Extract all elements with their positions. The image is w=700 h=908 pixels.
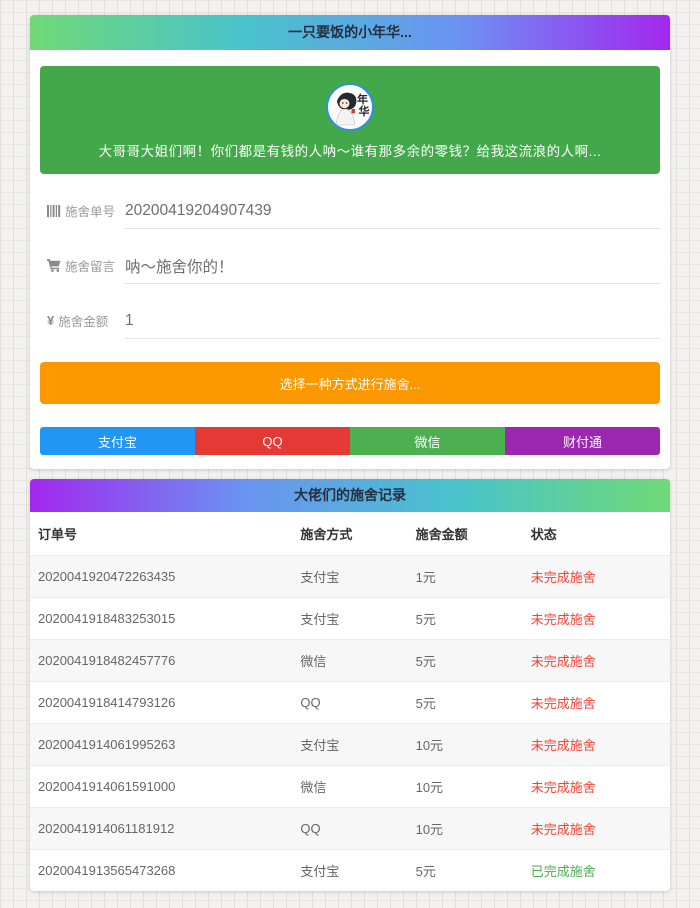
pay-button-alipay[interactable]: 支付宝 (40, 427, 195, 455)
amount-cell: 5元 (408, 598, 523, 640)
records-table-header-row: 订单号 施舍方式 施舍金额 状态 (30, 512, 670, 556)
order-cell: 2020041914061995263 (30, 724, 292, 766)
status-cell: 未完成施舍 (523, 682, 670, 724)
table-row: 2020041920472263435 支付宝 1元 未完成施舍 (30, 556, 670, 598)
amount-input[interactable] (125, 312, 660, 339)
main-header: 一只要饭的小年华... (30, 15, 670, 50)
method-cell: 支付宝 (292, 724, 407, 766)
records-table: 订单号 施舍方式 施舍金额 状态 2020041920472263435 支付宝… (30, 512, 670, 891)
order-cell: 2020041918482457776 (30, 640, 292, 682)
col-header-amount: 施舍金额 (408, 512, 523, 556)
message-label-group: 施舍留言 (47, 256, 125, 284)
status-cell: 已完成施舍 (523, 850, 670, 892)
choose-method-button[interactable]: 选择一种方式进行施舍... (40, 362, 660, 404)
amount-label-group: ¥ 施舍金额 (47, 311, 125, 339)
records-title: 大佬们的施舍记录 (294, 487, 406, 503)
beg-message: 大哥哥大姐们啊！你们都是有钱的人呐～谁有那多余的零钱？给我这流浪的人啊... (64, 140, 636, 160)
method-cell: 微信 (292, 640, 407, 682)
status-cell: 未完成施舍 (523, 640, 670, 682)
status-cell: 未完成施舍 (523, 556, 670, 598)
amount-cell: 5元 (408, 682, 523, 724)
status-cell: 未完成施舍 (523, 598, 670, 640)
col-header-order: 订单号 (30, 512, 292, 556)
method-cell: 微信 (292, 766, 407, 808)
page-title: 一只要饭的小年华... (288, 24, 412, 40)
order-cell: 2020041918414793126 (30, 682, 292, 724)
amount-cell: 10元 (408, 724, 523, 766)
message-label: 施舍留言 (65, 256, 115, 275)
col-header-method: 施舍方式 (292, 512, 407, 556)
order-cell: 2020041914061591000 (30, 766, 292, 808)
method-cell: 支付宝 (292, 598, 407, 640)
status-cell: 未完成施舍 (523, 808, 670, 850)
amount-label: 施舍金额 (58, 311, 108, 330)
pay-button-tenpay[interactable]: 财付通 (505, 427, 660, 455)
table-row: 2020041918483253015 支付宝 5元 未完成施舍 (30, 598, 670, 640)
field-amount: ¥ 施舍金额 (47, 311, 660, 339)
records-table-body: 2020041920472263435 支付宝 1元 未完成施舍 2020041… (30, 556, 670, 892)
amount-cell: 5元 (408, 640, 523, 682)
avatar: 年 华 (326, 83, 374, 131)
amount-cell: 1元 (408, 556, 523, 598)
status-cell: 未完成施舍 (523, 766, 670, 808)
amount-cell: 5元 (408, 850, 523, 892)
records-card: 大佬们的施舍记录 订单号 施舍方式 施舍金额 状态 20200419204722… (30, 479, 670, 891)
barcode-icon (47, 205, 61, 217)
payment-methods-row: 支付宝 QQ 微信 财付通 (40, 427, 660, 455)
order-number-label-group: 施舍单号 (47, 201, 125, 229)
method-cell: QQ (292, 808, 407, 850)
table-row: 2020041918482457776 微信 5元 未完成施舍 (30, 640, 670, 682)
amount-cell: 10元 (408, 766, 523, 808)
order-cell: 2020041914061181912 (30, 808, 292, 850)
message-input[interactable] (125, 257, 660, 284)
field-message: 施舍留言 (47, 256, 660, 284)
donation-card: 一只要饭的小年华... 年 华 大哥哥大姐们啊！你们都是有钱的人呐～谁有那多余的… (30, 15, 670, 469)
method-cell: 支付宝 (292, 556, 407, 598)
avatar-text-bottom: 华 (359, 104, 370, 118)
pay-button-wechat[interactable]: 微信 (350, 427, 505, 455)
method-cell: 支付宝 (292, 850, 407, 892)
table-row: 2020041914061591000 微信 10元 未完成施舍 (30, 766, 670, 808)
table-row: 2020041914061995263 支付宝 10元 未完成施舍 (30, 724, 670, 766)
col-header-status: 状态 (523, 512, 670, 556)
field-order-number: 施舍单号 (47, 201, 660, 229)
order-cell: 2020041913565473268 (30, 850, 292, 892)
table-row: 2020041914061181912 QQ 10元 未完成施舍 (30, 808, 670, 850)
cart-icon (47, 259, 61, 272)
amount-cell: 10元 (408, 808, 523, 850)
order-number-label: 施舍单号 (65, 201, 115, 220)
notice-card: 年 华 大哥哥大姐们啊！你们都是有钱的人呐～谁有那多余的零钱？给我这流浪的人啊.… (40, 66, 660, 174)
order-cell: 2020041918483253015 (30, 598, 292, 640)
method-cell: QQ (292, 682, 407, 724)
order-number-input[interactable] (125, 202, 660, 229)
table-row: 2020041913565473268 支付宝 5元 已完成施舍 (30, 850, 670, 892)
order-cell: 2020041920472263435 (30, 556, 292, 598)
status-cell: 未完成施舍 (523, 724, 670, 766)
pay-button-qq[interactable]: QQ (195, 427, 350, 455)
avatar-text-top: 年 (357, 92, 368, 106)
avatar-illustration: 年 华 (328, 85, 372, 129)
table-row: 2020041918414793126 QQ 5元 未完成施舍 (30, 682, 670, 724)
records-header: 大佬们的施舍记录 (30, 479, 670, 512)
yuan-icon: ¥ (47, 313, 54, 328)
